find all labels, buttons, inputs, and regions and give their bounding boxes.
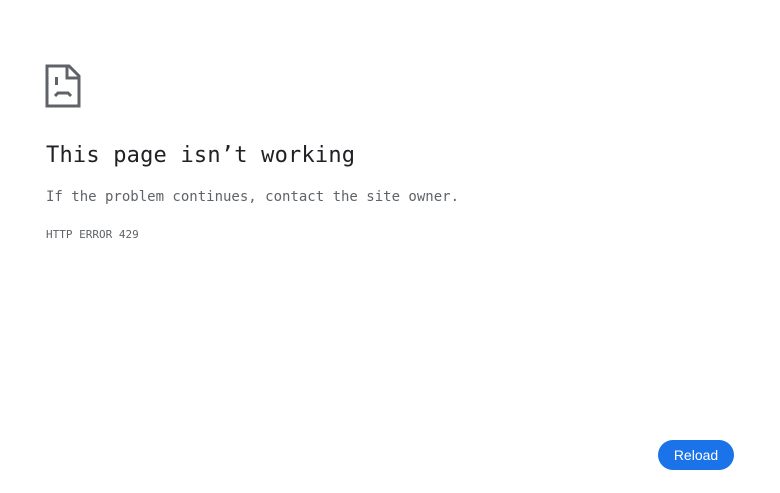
page-title: This page isn’t working [46,143,356,168]
reload-button[interactable]: Reload [658,440,734,470]
error-page: This page isn’t working If the problem c… [0,0,780,493]
error-message: If the problem continues, contact the si… [46,189,460,205]
error-code: HTTP ERROR 429 [46,228,139,241]
sad-page-icon [45,64,81,108]
